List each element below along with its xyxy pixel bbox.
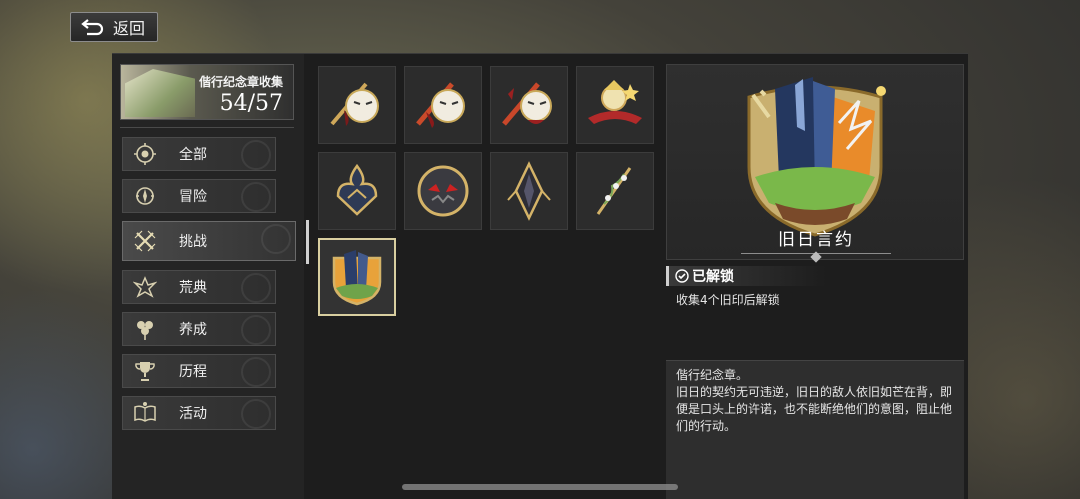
sidebar-item-growth[interactable]: 养成 — [122, 312, 276, 346]
check-circle-icon — [675, 269, 689, 283]
sidebar-item-label: 历程 — [179, 364, 207, 380]
sidebar-item-events[interactable]: 活动 — [122, 396, 276, 430]
badge-cell[interactable] — [404, 66, 482, 144]
vine-sword-badge-icon — [596, 167, 632, 215]
collection-summary-card: 偕行纪念章收集 54/57 — [120, 64, 294, 120]
badge-cell[interactable] — [576, 152, 654, 230]
badge-cell-selected[interactable] — [318, 238, 396, 316]
medal-watermark-icon — [241, 357, 271, 387]
medal-watermark-icon — [241, 273, 271, 303]
badge-description: 偕行纪念章。 旧日的契约无可违逆，旧日的敌人依旧如芒在背，即便是口头上的许诺，也… — [666, 360, 964, 499]
back-label: 返回 — [113, 19, 146, 38]
sidebar-item-label: 活动 — [179, 406, 207, 422]
medal-watermark-icon — [241, 315, 271, 345]
back-arrow-icon — [81, 19, 104, 36]
collection-title: 偕行纪念章收集 — [198, 75, 283, 89]
collection-panel: 偕行纪念章收集 54/57 全部 冒险 挑战 荒典 养成 历程 活动 旧日言约 … — [112, 53, 968, 499]
crossed-swords-icon — [131, 227, 159, 255]
horizontal-scrollbar[interactable] — [402, 484, 678, 490]
sidebar-item-label: 全部 — [179, 147, 207, 163]
description-title: 偕行纪念章。 — [676, 368, 749, 382]
sidebar-item-all[interactable]: 全部 — [122, 137, 276, 171]
masked-knight-red-badge-icon — [416, 82, 465, 128]
sidebar-item-codex[interactable]: 荒典 — [122, 270, 276, 304]
medal-watermark-icon — [241, 182, 271, 212]
masked-knight-dark-badge-icon — [502, 82, 552, 126]
medal-icon — [131, 140, 159, 168]
open-book-icon — [131, 399, 159, 427]
badge-cell[interactable] — [576, 66, 654, 144]
sidebar-item-label: 荒典 — [179, 280, 207, 296]
back-button[interactable]: 返回 — [70, 12, 158, 42]
masked-knight-badge-icon — [330, 82, 379, 126]
badge-grid — [318, 66, 658, 486]
old-oath-badge-icon — [332, 250, 382, 306]
badge-cell[interactable] — [490, 66, 568, 144]
unlock-status: 已解锁 — [666, 266, 826, 286]
sidebar-divider — [120, 127, 294, 128]
description-body: 旧日的契约无可违逆，旧日的敌人依旧如芒在背，即便是口头上的许诺，也不能断绝他们的… — [676, 385, 953, 433]
medal-watermark-icon — [261, 224, 291, 254]
badge-cell[interactable] — [404, 152, 482, 230]
collection-thumbnail — [125, 69, 195, 117]
unlock-condition: 收集4个旧印后解锁 — [676, 293, 780, 307]
dark-spire-badge-icon — [507, 161, 551, 221]
trophy-icon — [131, 357, 159, 385]
badge-cell[interactable] — [318, 66, 396, 144]
badge-preview: 旧日言约 — [666, 64, 964, 263]
sidebar-item-label: 挑战 — [179, 234, 207, 250]
monster-claw-icon — [131, 273, 159, 301]
badge-name: 旧日言约 — [741, 225, 891, 254]
old-oath-emblem-icon — [747, 77, 886, 237]
active-tab-marker — [306, 220, 309, 264]
flame-crest-badge-icon — [336, 163, 378, 216]
sidebar-item-journey[interactable]: 历程 — [122, 354, 276, 388]
unlock-status-label: 已解锁 — [692, 269, 734, 285]
sidebar-item-challenge[interactable]: 挑战 — [122, 221, 296, 261]
category-sidebar: 偕行纪念章收集 54/57 全部 冒险 挑战 荒典 养成 历程 活动 — [112, 54, 304, 499]
flower-growth-icon — [131, 315, 159, 343]
badge-cell[interactable] — [490, 152, 568, 230]
collection-count: 54/57 — [219, 91, 283, 116]
sidebar-item-adventure[interactable]: 冒险 — [122, 179, 276, 213]
medal-watermark-icon — [241, 140, 271, 170]
compass-medal-icon — [131, 182, 159, 210]
medal-watermark-icon — [241, 399, 271, 429]
sidebar-item-label: 养成 — [179, 322, 207, 338]
sidebar-item-label: 冒险 — [179, 189, 207, 205]
badge-detail-panel: 旧日言约 已解锁 收集4个旧印后解锁 偕行纪念章。 旧日的契约无可违逆，旧日的敌… — [666, 64, 966, 499]
golden-hero-badge-icon — [588, 80, 642, 124]
badge-cell[interactable] — [318, 152, 396, 230]
beast-face-badge-icon — [417, 165, 469, 217]
